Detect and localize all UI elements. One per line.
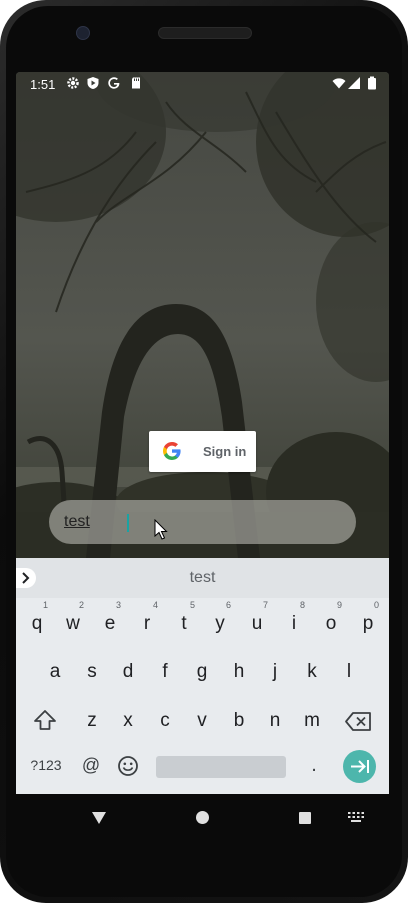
- key-k[interactable]: k: [297, 652, 327, 692]
- symbols-key[interactable]: ?123: [26, 757, 66, 773]
- key-w[interactable]: w2: [58, 600, 88, 644]
- key-b[interactable]: b: [224, 701, 254, 741]
- key-h[interactable]: h: [224, 652, 254, 692]
- phone-frame: 1:51 Sign in test test q 1 w 2 e 3 r 4 t…: [0, 0, 408, 903]
- status-time: 1:51: [30, 77, 56, 92]
- key-x[interactable]: x: [113, 701, 143, 741]
- key-d[interactable]: d: [113, 652, 143, 692]
- background-image: [16, 72, 389, 558]
- key-o[interactable]: o9: [316, 600, 346, 644]
- key-c[interactable]: c: [150, 701, 180, 741]
- key-f[interactable]: f: [150, 652, 180, 692]
- key-u[interactable]: u7: [242, 600, 272, 644]
- key-r[interactable]: r4: [132, 600, 162, 644]
- backspace-icon: [345, 712, 371, 731]
- key-e[interactable]: e3: [95, 600, 125, 644]
- back-icon[interactable]: [91, 811, 107, 825]
- enter-key[interactable]: [343, 750, 376, 783]
- suggestion-word[interactable]: test: [16, 569, 389, 587]
- shift-arrow-icon: [34, 710, 56, 730]
- key-s[interactable]: s: [77, 652, 107, 692]
- signal-icon: [348, 77, 360, 89]
- home-icon[interactable]: [195, 810, 210, 825]
- google-icon: [108, 77, 120, 89]
- key-a[interactable]: a: [40, 652, 70, 692]
- suggestion-strip: test: [16, 558, 389, 598]
- key-v[interactable]: v: [187, 701, 217, 741]
- space-bar[interactable]: [156, 756, 286, 778]
- text-caret: [127, 514, 129, 532]
- gear-icon: [67, 77, 79, 89]
- key-i[interactable]: i8: [279, 600, 309, 644]
- key-z[interactable]: z: [77, 701, 107, 741]
- google-sign-in-button[interactable]: Sign in: [149, 431, 256, 472]
- key-g[interactable]: g: [187, 652, 217, 692]
- key-m[interactable]: m: [297, 701, 327, 741]
- input-value: test: [64, 513, 90, 530]
- period-key[interactable]: .: [304, 754, 324, 777]
- play-protect-icon: [87, 77, 99, 89]
- status-bar: 1:51: [16, 72, 389, 96]
- navigation-bar: [0, 794, 408, 844]
- battery-icon: [368, 76, 376, 90]
- key-p[interactable]: p0: [353, 600, 383, 644]
- text-input-field[interactable]: test: [49, 500, 356, 544]
- key-t[interactable]: t5: [169, 600, 199, 644]
- sign-in-label: Sign in: [203, 444, 247, 459]
- keyboard-switch-icon[interactable]: [348, 812, 364, 822]
- emoji-key[interactable]: [116, 754, 140, 778]
- google-logo-icon: [163, 442, 181, 460]
- mouse-pointer-icon: [154, 519, 168, 540]
- earpiece-speaker: [158, 27, 252, 39]
- shift-key[interactable]: [30, 706, 60, 736]
- backspace-key[interactable]: [344, 709, 374, 735]
- emoji-icon: [118, 756, 138, 776]
- wifi-icon: [332, 78, 346, 89]
- key-l[interactable]: l: [334, 652, 364, 692]
- key-q[interactable]: q1: [22, 600, 52, 644]
- screen: 1:51 Sign in test test q 1 w 2 e 3 r 4 t…: [16, 72, 389, 794]
- at-key[interactable]: @: [79, 755, 103, 776]
- key-n[interactable]: n: [260, 701, 290, 741]
- key-j[interactable]: j: [260, 652, 290, 692]
- key-y[interactable]: y6: [205, 600, 235, 644]
- front-camera: [76, 26, 90, 40]
- recents-icon[interactable]: [298, 811, 312, 825]
- sd-card-icon: [132, 77, 140, 89]
- next-arrow-icon: [351, 760, 369, 773]
- soft-keyboard: test q1 w2 e3 r4 t5 y6 u7 i8 o9 p0 a s d…: [16, 558, 389, 794]
